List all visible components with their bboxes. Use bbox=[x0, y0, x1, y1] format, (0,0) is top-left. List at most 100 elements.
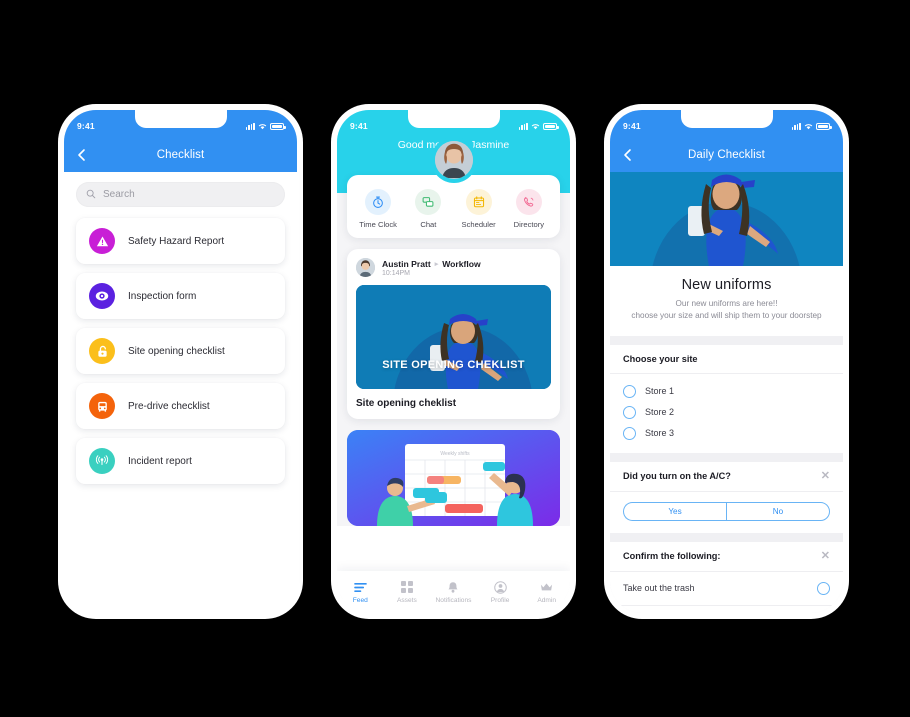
checkbox-row[interactable]: Take out the trash bbox=[610, 572, 843, 606]
open-lock-icon bbox=[89, 338, 115, 364]
hero-title: New uniforms bbox=[681, 277, 772, 293]
chevron-right-icon: ▸ bbox=[434, 260, 439, 268]
phone1-navbar: Checklist bbox=[64, 138, 297, 172]
phone-feed: 9:41 Good morning, Jasmine bbox=[331, 104, 576, 619]
status-time: 9:41 bbox=[350, 121, 368, 131]
chevron-left-icon[interactable] bbox=[75, 148, 89, 162]
hero-subtitle: Our new uniforms are here!! choose your … bbox=[631, 299, 822, 320]
tab-label: Admin bbox=[537, 597, 557, 604]
post-avatar bbox=[356, 258, 375, 277]
yes-button[interactable]: Yes bbox=[623, 501, 726, 521]
quick-action-chat[interactable]: Chat bbox=[404, 189, 452, 229]
quick-action-label: Time Clock bbox=[359, 220, 397, 229]
phone-icon bbox=[515, 189, 542, 215]
quick-action-scheduler[interactable]: Scheduler bbox=[455, 189, 503, 229]
battery-icon bbox=[816, 122, 832, 130]
calendar-icon bbox=[465, 189, 492, 215]
chevron-left-icon[interactable] bbox=[621, 148, 635, 162]
radio-label: Store 1 bbox=[645, 386, 675, 397]
tab-label: Assets bbox=[396, 597, 417, 604]
grid-squares-icon bbox=[385, 580, 429, 594]
status-time: 9:41 bbox=[623, 121, 641, 131]
battery-icon bbox=[543, 122, 559, 130]
radio-circle-icon[interactable] bbox=[623, 426, 636, 440]
section-title-text: Confirm the following: bbox=[623, 551, 721, 562]
radio-option[interactable]: Store 1 bbox=[623, 381, 830, 402]
search-icon bbox=[86, 186, 96, 204]
avatar[interactable] bbox=[430, 137, 477, 183]
status-icons bbox=[245, 122, 286, 130]
list-item[interactable]: Inspection form bbox=[76, 273, 285, 319]
tab-feed[interactable]: Feed bbox=[338, 580, 382, 604]
post-caption: Site opening cheklist bbox=[356, 398, 457, 409]
list-item-label: Safety Hazard Report bbox=[128, 235, 225, 247]
post-time: 10:14PM bbox=[382, 269, 411, 277]
list-item-label: Inspection form bbox=[128, 290, 197, 302]
status-icons bbox=[518, 122, 559, 130]
tab-assets[interactable]: Assets bbox=[385, 580, 429, 604]
tab-notifications[interactable]: Notifications bbox=[431, 580, 475, 604]
checkbox-row[interactable]: Clear the front desk bbox=[610, 606, 843, 613]
signal-icon bbox=[791, 122, 801, 130]
checkbox-label: Take out the trash bbox=[623, 583, 695, 594]
notch bbox=[407, 110, 500, 128]
radio-label: Store 3 bbox=[645, 428, 675, 439]
list-item[interactable]: Incident report bbox=[76, 438, 285, 484]
bottom-tab-bar: Feed Assets Notifications Profile Admin bbox=[337, 571, 570, 613]
crown-icon bbox=[525, 580, 569, 594]
phone1-body: Search Safety Hazard Report Inspection f… bbox=[64, 172, 297, 613]
tab-label: Feed bbox=[352, 597, 368, 604]
checkbox-circle-icon[interactable] bbox=[817, 581, 830, 595]
svg-text:Weekly shifts: Weekly shifts bbox=[440, 451, 470, 457]
phone3-body: New uniforms Our new uniforms are here!!… bbox=[610, 172, 843, 613]
signal-icon bbox=[245, 122, 255, 130]
tab-profile[interactable]: Profile bbox=[478, 580, 522, 604]
tab-label: Profile bbox=[490, 597, 510, 604]
radio-option[interactable]: Store 2 bbox=[623, 402, 830, 423]
hero-text-card: New uniforms Our new uniforms are here!!… bbox=[610, 266, 843, 336]
screenshot-stage: 9:41 Checklist Search Safety Hazard Repo… bbox=[0, 0, 910, 717]
wifi-icon bbox=[531, 123, 540, 130]
quick-action-time-clock[interactable]: Time Clock bbox=[354, 189, 402, 229]
page-title: Checklist bbox=[156, 149, 205, 161]
list-item-label: Pre-drive checklist bbox=[128, 400, 210, 412]
page-title: Daily Checklist bbox=[688, 149, 765, 161]
feed-post-illustration[interactable]: Weekly shifts bbox=[347, 430, 560, 526]
quick-action-label: Scheduler bbox=[461, 220, 496, 229]
ac-section-title: Did you turn on the A/C? ✕ bbox=[610, 462, 843, 492]
no-button[interactable]: No bbox=[726, 501, 830, 521]
post-author-line: Austin Pratt ▸ Workflow bbox=[382, 259, 481, 269]
post-image[interactable]: SITE OPENING CHEKLIST bbox=[356, 285, 551, 389]
radio-circle-icon[interactable] bbox=[623, 384, 636, 398]
status-time: 9:41 bbox=[77, 121, 95, 131]
yes-no-toggle: Yes No bbox=[610, 492, 843, 533]
radio-circle-icon[interactable] bbox=[623, 405, 636, 419]
quick-action-label: Chat bbox=[420, 220, 437, 229]
list-item[interactable]: Site opening checklist bbox=[76, 328, 285, 374]
quick-actions: Time Clock Chat Scheduler Directory bbox=[347, 175, 560, 238]
list-item[interactable]: Safety Hazard Report bbox=[76, 218, 285, 264]
bell-icon bbox=[431, 580, 475, 594]
checklist-list: Safety Hazard Report Inspection form Sit… bbox=[76, 218, 285, 484]
status-bar: 9:41 bbox=[64, 110, 297, 138]
phone1-screen: 9:41 Checklist Search Safety Hazard Repo… bbox=[64, 110, 297, 613]
stopwatch-icon bbox=[365, 189, 392, 215]
bus-icon bbox=[89, 393, 115, 419]
tab-label: Notifications bbox=[435, 597, 472, 604]
quick-action-directory[interactable]: Directory bbox=[505, 189, 553, 229]
chat-bubbles-icon bbox=[415, 189, 442, 215]
section-title-text: Choose your site bbox=[623, 353, 698, 364]
post-channel: Workflow bbox=[442, 258, 481, 269]
wifi-icon bbox=[804, 123, 813, 130]
close-icon[interactable]: ✕ bbox=[821, 550, 830, 562]
list-item-label: Incident report bbox=[128, 455, 192, 467]
feed-post[interactable]: Austin Pratt ▸ Workflow 10:14PM SITE OPE… bbox=[347, 249, 560, 419]
list-item-label: Site opening checklist bbox=[128, 345, 225, 357]
post-meta: Austin Pratt ▸ Workflow 10:14PM bbox=[382, 259, 481, 277]
search-input[interactable]: Search bbox=[76, 182, 285, 207]
section-title-text: Did you turn on the A/C? bbox=[623, 471, 731, 482]
list-item[interactable]: Pre-drive checklist bbox=[76, 383, 285, 429]
radio-option[interactable]: Store 3 bbox=[623, 423, 830, 444]
close-icon[interactable]: ✕ bbox=[821, 470, 830, 482]
tab-admin[interactable]: Admin bbox=[525, 580, 569, 604]
